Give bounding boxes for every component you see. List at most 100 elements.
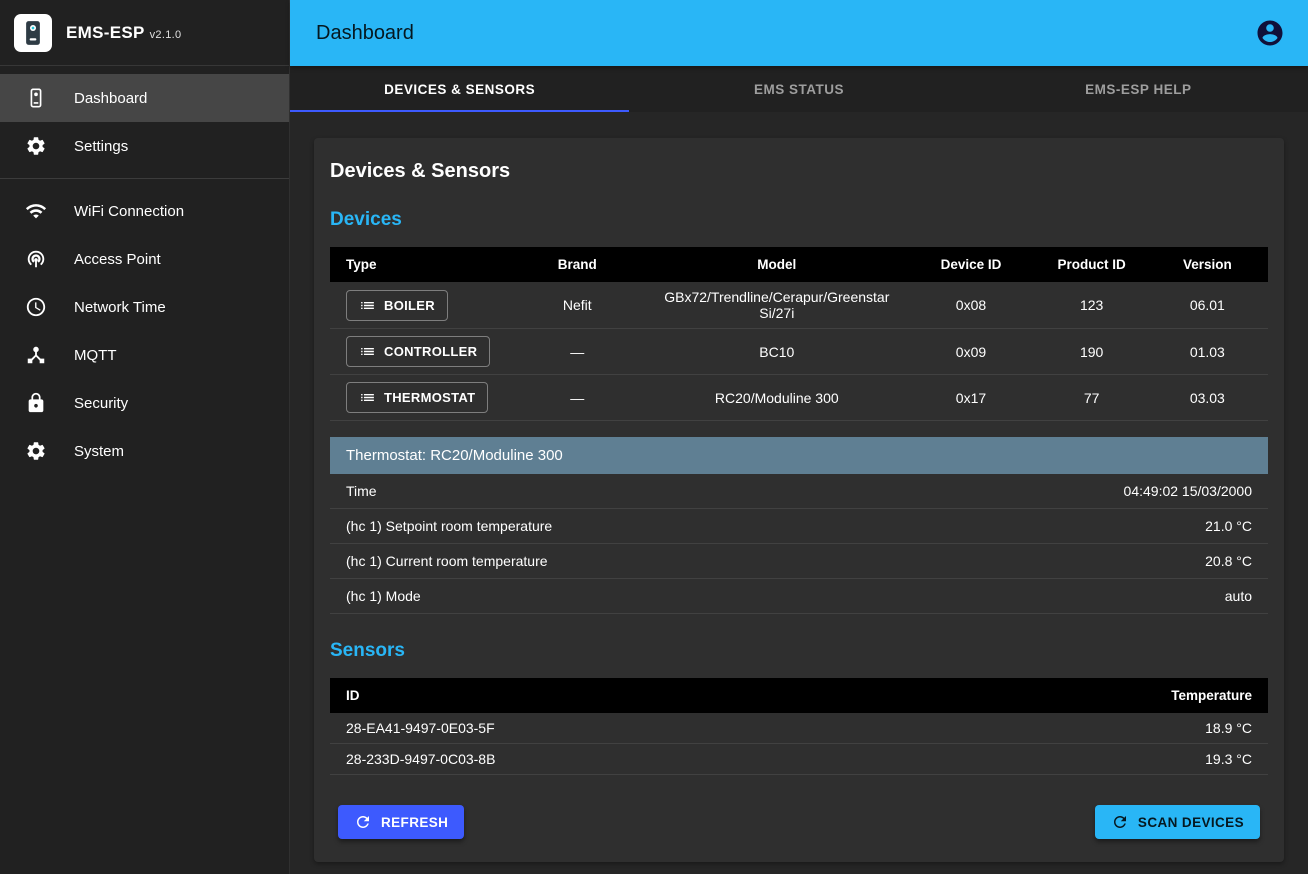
thermostat-row-current-temp: (hc 1) Current room temperature 20.8 °C — [330, 544, 1268, 579]
sidebar-item-label: Settings — [74, 138, 128, 155]
sidebar-item-mqtt[interactable]: MQTT — [0, 331, 289, 379]
sidebar-item-label: Access Point — [74, 251, 161, 268]
lock-icon — [24, 391, 48, 415]
device-type-button-boiler[interactable]: BOILER — [346, 290, 448, 321]
device-brand: Nefit — [506, 282, 648, 329]
app-name: EMS-ESP — [66, 23, 145, 42]
sensors-table-header: ID Temperature — [330, 678, 1268, 713]
gear-icon — [24, 134, 48, 158]
sensors-section-title: Sensors — [330, 640, 1268, 662]
ems-esp-logo — [14, 14, 52, 52]
device-model: RC20/Moduline 300 — [648, 375, 905, 421]
main-area: Dashboard DEVICES & SENSORS EMS STATUS E… — [290, 0, 1308, 874]
sidebar-item-wifi-connection[interactable]: WiFi Connection — [0, 187, 289, 235]
sidebar-item-label: Network Time — [74, 299, 166, 316]
device-type-button-controller[interactable]: CONTROLLER — [346, 336, 490, 367]
device-row-thermostat: THERMOSTAT — RC20/Moduline 300 0x17 77 0… — [330, 375, 1268, 421]
sidebar-header: EMS-ESP v2.1.0 — [0, 0, 289, 66]
device-type-label: CONTROLLER — [384, 344, 477, 359]
sidebar-nav: Dashboard Settings WiFi Connection A — [0, 66, 289, 475]
access-point-icon — [24, 247, 48, 271]
device-type-button-thermostat[interactable]: THERMOSTAT — [346, 382, 488, 413]
tab-ems-status[interactable]: EMS STATUS — [629, 66, 968, 112]
sensor-id: 28-EA41-9497-0E03-5F — [330, 713, 987, 744]
device-version: 06.01 — [1147, 282, 1268, 329]
device-hub-icon — [24, 343, 48, 367]
card-title: Devices & Sensors — [330, 160, 1268, 183]
sidebar-item-access-point[interactable]: Access Point — [0, 235, 289, 283]
sidebar-item-system[interactable]: System — [0, 427, 289, 475]
column-header-temperature: Temperature — [987, 678, 1268, 713]
content-area: Devices & Sensors Devices Type Brand Mod… — [290, 112, 1308, 874]
row-label: (hc 1) Mode — [346, 588, 421, 604]
column-header-model: Model — [648, 247, 905, 282]
sensor-id: 28-233D-9497-0C03-8B — [330, 744, 987, 775]
app-title: EMS-ESP v2.1.0 — [66, 23, 181, 43]
device-model: BC10 — [648, 329, 905, 375]
device-icon — [24, 86, 48, 110]
scan-devices-button[interactable]: SCAN DEVICES — [1095, 805, 1260, 839]
devices-sensors-card: Devices & Sensors Devices Type Brand Mod… — [314, 138, 1284, 862]
sidebar-item-dashboard[interactable]: Dashboard — [0, 74, 289, 122]
sidebar-item-security[interactable]: Security — [0, 379, 289, 427]
sidebar-item-network-time[interactable]: Network Time — [0, 283, 289, 331]
refresh-button[interactable]: REFRESH — [338, 805, 464, 839]
row-value: 21.0 °C — [1205, 518, 1252, 534]
tab-devices-sensors[interactable]: DEVICES & SENSORS — [290, 66, 629, 112]
sensors-table: ID Temperature 28-EA41-9497-0E03-5F 18.9… — [330, 678, 1268, 775]
card-actions: REFRESH SCAN DEVICES — [330, 805, 1268, 839]
column-header-device-id: Device ID — [905, 247, 1036, 282]
device-type-label: BOILER — [384, 298, 435, 313]
device-product-id: 123 — [1037, 282, 1147, 329]
clock-icon — [24, 295, 48, 319]
app-bar: Dashboard — [290, 0, 1308, 66]
device-type-label: THERMOSTAT — [384, 390, 475, 405]
sensor-row: 28-EA41-9497-0E03-5F 18.9 °C — [330, 713, 1268, 744]
refresh-button-label: REFRESH — [381, 815, 448, 830]
page-title: Dashboard — [316, 22, 1254, 45]
thermostat-row-setpoint: (hc 1) Setpoint room temperature 21.0 °C — [330, 509, 1268, 544]
devices-section-title: Devices — [330, 209, 1268, 231]
refresh-icon — [1111, 813, 1129, 831]
column-header-type: Type — [330, 247, 506, 282]
app-root: EMS-ESP v2.1.0 Dashboard Settings — [0, 0, 1308, 874]
device-row-boiler: BOILER Nefit GBx72/Trendline/Cerapur/Gre… — [330, 282, 1268, 329]
sidebar-item-label: Security — [74, 395, 128, 412]
devices-table: Type Brand Model Device ID Product ID Ve… — [330, 247, 1268, 421]
sidebar-item-settings[interactable]: Settings — [0, 122, 289, 170]
device-model: GBx72/Trendline/Cerapur/Greenstar Si/27i — [648, 282, 905, 329]
app-version: v2.1.0 — [150, 29, 182, 41]
gear-icon — [24, 439, 48, 463]
device-id: 0x17 — [905, 375, 1036, 421]
devices-table-header: Type Brand Model Device ID Product ID Ve… — [330, 247, 1268, 282]
device-version: 03.03 — [1147, 375, 1268, 421]
device-version: 01.03 — [1147, 329, 1268, 375]
list-icon — [359, 343, 376, 360]
tab-ems-esp-help[interactable]: EMS-ESP HELP — [969, 66, 1308, 112]
list-icon — [359, 297, 376, 314]
device-product-id: 190 — [1037, 329, 1147, 375]
sidebar: EMS-ESP v2.1.0 Dashboard Settings — [0, 0, 290, 874]
account-button[interactable] — [1254, 17, 1286, 49]
row-value: 20.8 °C — [1205, 553, 1252, 569]
device-brand: — — [506, 329, 648, 375]
sidebar-item-label: Dashboard — [74, 90, 147, 107]
thermostat-row-time: Time 04:49:02 15/03/2000 — [330, 474, 1268, 509]
row-label: (hc 1) Current room temperature — [346, 553, 548, 569]
column-header-id: ID — [330, 678, 987, 713]
sensor-row: 28-233D-9497-0C03-8B 19.3 °C — [330, 744, 1268, 775]
sensor-temperature: 19.3 °C — [987, 744, 1268, 775]
sidebar-item-label: MQTT — [74, 347, 117, 364]
thermostat-row-mode: (hc 1) Mode auto — [330, 579, 1268, 614]
column-header-product-id: Product ID — [1037, 247, 1147, 282]
sidebar-item-label: WiFi Connection — [74, 203, 184, 220]
wifi-icon — [24, 199, 48, 223]
device-product-id: 77 — [1037, 375, 1147, 421]
device-id: 0x09 — [905, 329, 1036, 375]
device-brand: — — [506, 375, 648, 421]
device-row-controller: CONTROLLER — BC10 0x09 190 01.03 — [330, 329, 1268, 375]
sensor-temperature: 18.9 °C — [987, 713, 1268, 744]
thermostat-banner: Thermostat: RC20/Moduline 300 — [330, 437, 1268, 474]
device-id: 0x08 — [905, 282, 1036, 329]
thermostat-detail-list: Time 04:49:02 15/03/2000 (hc 1) Setpoint… — [330, 474, 1268, 614]
